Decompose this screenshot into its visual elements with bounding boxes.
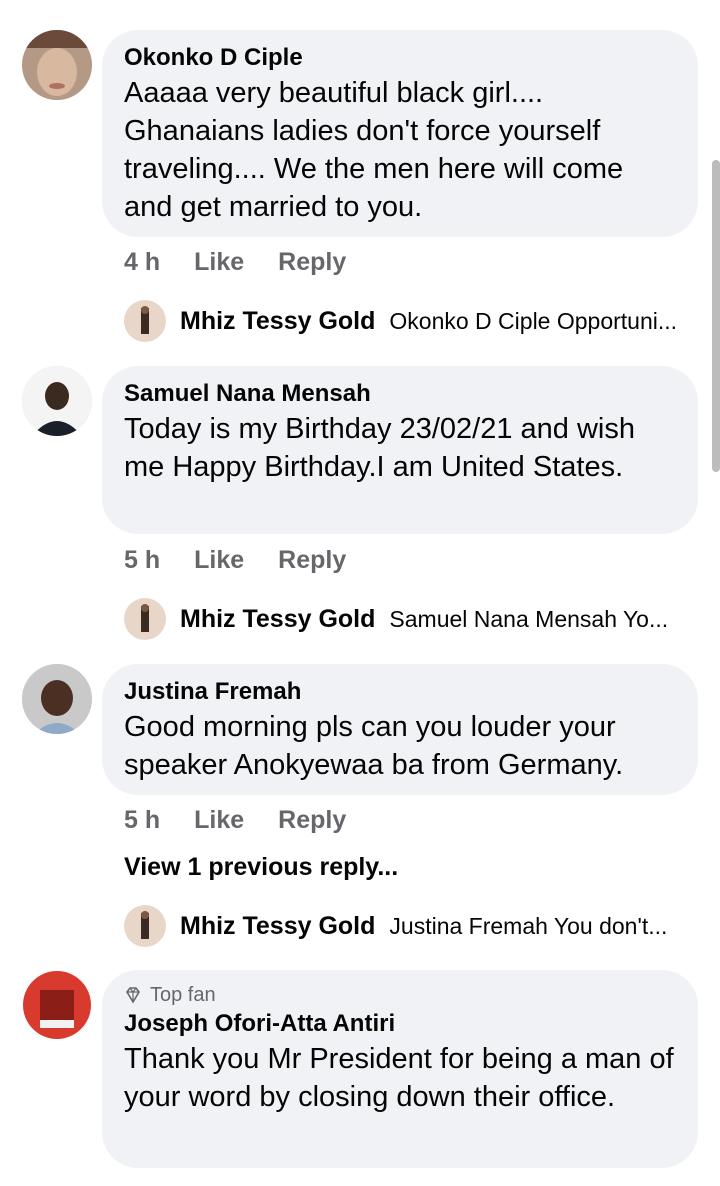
comment-text: Good morning pls can you louder your spe… (124, 711, 624, 781)
reply-preview[interactable]: Mhiz Tessy Gold Justina Fremah You don't… (124, 905, 698, 947)
comment-text: Thank you Mr President for being a man o… (124, 1043, 674, 1113)
comment-author[interactable]: Joseph Ofori-Atta Antiri (124, 1008, 676, 1040)
comment-bubble[interactable]: Top fan Joseph Ofori-Atta Antiri Thank y… (102, 970, 698, 1168)
reply-preview[interactable]: Mhiz Tessy Gold Samuel Nana Mensah Yo... (124, 598, 698, 640)
comment-actions: 4 h Like Reply (124, 248, 346, 277)
comment-time[interactable]: 5 h (124, 806, 160, 835)
comment-author[interactable]: Okonko D Ciple (124, 42, 676, 74)
comment-actions: 5 h Like Reply (124, 546, 346, 575)
reply-preview[interactable]: Mhiz Tessy Gold Okonko D Ciple Opportuni… (124, 300, 698, 342)
avatar (124, 905, 166, 947)
avatar (124, 300, 166, 342)
avatar[interactable] (22, 30, 92, 100)
reply-author[interactable]: Mhiz Tessy Gold (180, 912, 375, 941)
comment-time[interactable]: 4 h (124, 248, 160, 277)
like-button[interactable]: Like (194, 806, 244, 835)
badge-label: Top fan (150, 984, 216, 1006)
reply-button[interactable]: Reply (278, 806, 346, 835)
avatar[interactable] (22, 970, 92, 1040)
comment-bubble[interactable]: Samuel Nana Mensah Today is my Birthday … (102, 366, 698, 534)
comment-author[interactable]: Samuel Nana Mensah (124, 378, 676, 410)
top-fan-badge: Top fan (124, 982, 676, 1008)
like-button[interactable]: Like (194, 546, 244, 575)
comment-actions: 5 h Like Reply (124, 806, 346, 835)
reply-text: Samuel Nana Mensah Yo... (389, 605, 669, 632)
avatar[interactable] (22, 366, 92, 436)
like-button[interactable]: Like (194, 248, 244, 277)
comment-time[interactable]: 5 h (124, 546, 160, 575)
reply-button[interactable]: Reply (278, 248, 346, 277)
reply-text: Okonko D Ciple Opportuni... (389, 307, 678, 334)
reply-author[interactable]: Mhiz Tessy Gold (180, 605, 375, 634)
avatar (124, 598, 166, 640)
comment-text: Today is my Birthday 23/02/21 and wish m… (124, 413, 635, 483)
reply-author[interactable]: Mhiz Tessy Gold (180, 307, 375, 336)
reply-button[interactable]: Reply (278, 546, 346, 575)
comment-author[interactable]: Justina Fremah (124, 676, 676, 708)
comment-bubble[interactable]: Okonko D Ciple Aaaaa very beautiful blac… (102, 30, 698, 237)
comment-bubble[interactable]: Justina Fremah Good morning pls can you … (102, 664, 698, 795)
view-previous-replies[interactable]: View 1 previous reply... (124, 853, 398, 882)
comment-text: Aaaaa very beautiful black girl.... Ghan… (124, 77, 624, 223)
avatar[interactable] (22, 664, 92, 734)
reply-text: Justina Fremah You don't... (389, 912, 668, 939)
diamond-icon (126, 987, 140, 1004)
scrollbar[interactable] (712, 160, 720, 472)
